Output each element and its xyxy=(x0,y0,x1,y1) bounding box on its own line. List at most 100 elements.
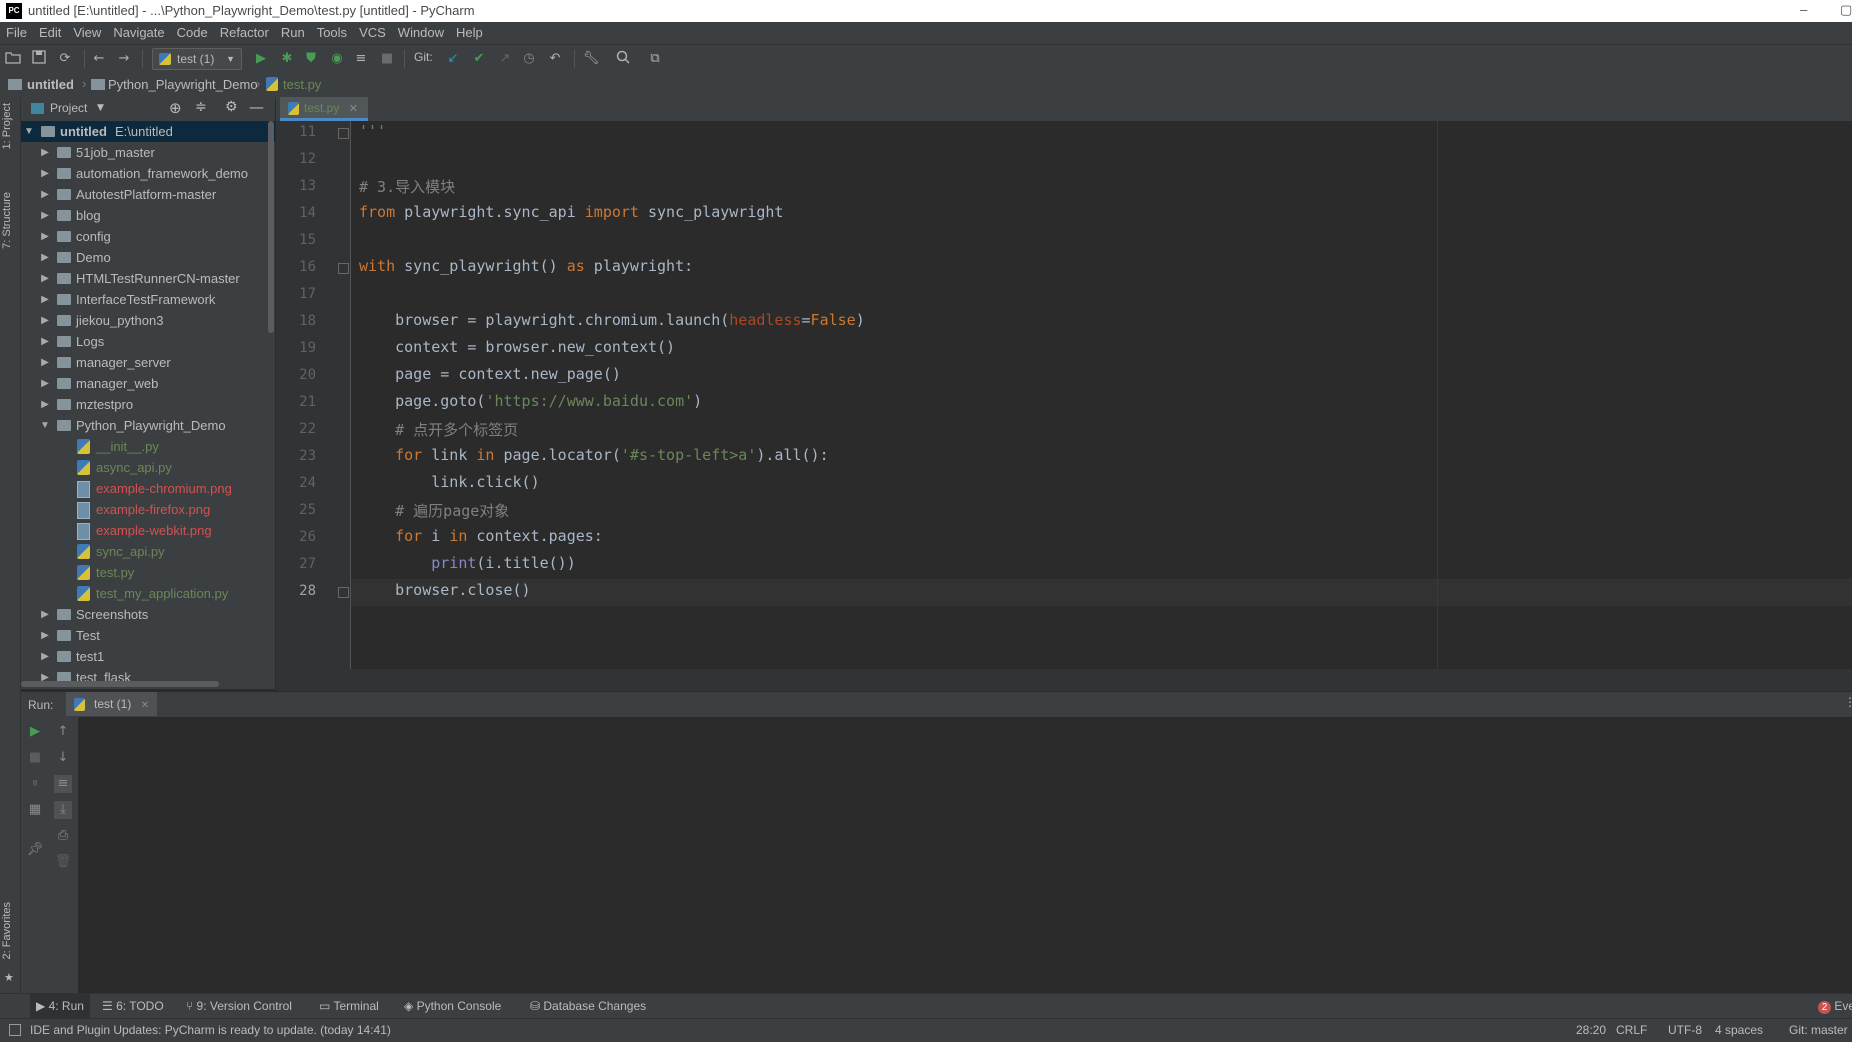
code-line[interactable]: for i in context.pages: xyxy=(359,527,603,545)
line-separator[interactable]: CRLF xyxy=(1616,1023,1647,1037)
code-line[interactable]: for link in page.locator('#s-top-left>a'… xyxy=(359,446,829,464)
tree-folder-item[interactable]: ▶ InterfaceTestFramework xyxy=(21,289,275,310)
run-tab-test-1[interactable]: test (1) ✕ xyxy=(66,692,158,716)
tool-tab-run[interactable]: ▶ 4: Run xyxy=(30,994,90,1018)
wrench-icon[interactable]: 🔧︎ xyxy=(582,50,600,68)
profile-icon[interactable]: ◉ xyxy=(328,50,346,68)
menu-file[interactable]: File xyxy=(0,22,33,40)
tree-root-untitled[interactable]: ▼ untitled E:\untitled xyxy=(21,121,275,142)
tree-folder-item[interactable]: ▶ automation_framework_demo xyxy=(21,163,275,184)
down-arrow-icon[interactable]: ↓ xyxy=(54,749,72,767)
layout-icon[interactable]: ▦ xyxy=(26,801,44,819)
chevron-right-icon[interactable]: ▶ xyxy=(39,205,51,226)
search-icon[interactable] xyxy=(614,50,632,68)
tree-folder-item[interactable]: ▶ Screenshots xyxy=(21,604,275,625)
chevron-right-icon[interactable]: ▶ xyxy=(39,604,51,625)
tree-file-item[interactable]: async_api.py xyxy=(21,457,275,478)
print-icon[interactable]: ⎙ xyxy=(54,827,72,845)
menu-tools[interactable]: Tools xyxy=(311,22,353,40)
code-line[interactable]: with sync_playwright() as playwright: xyxy=(359,257,693,275)
stop-icon[interactable]: ■ xyxy=(26,749,44,767)
git-push-icon[interactable]: ↗ xyxy=(496,50,514,68)
event-log-tab[interactable]: 2 Eve xyxy=(1818,999,1852,1014)
rerun-icon[interactable]: ▶ xyxy=(26,723,44,741)
tree-folder-item[interactable]: ▶ config xyxy=(21,226,275,247)
chevron-right-icon[interactable]: ▶ xyxy=(39,373,51,394)
code-line[interactable]: # 遍历page对象 xyxy=(359,500,509,521)
code-line[interactable]: # 点开多个标签页 xyxy=(359,419,518,440)
tree-file-item[interactable]: example-firefox.png xyxy=(21,499,275,520)
breadcrumb-item-folder[interactable]: Python_Playwright_Demo xyxy=(108,77,258,92)
menu-window[interactable]: Window xyxy=(392,22,450,40)
breadcrumb-item-untitled[interactable]: untitled xyxy=(27,77,74,92)
back-arrow-icon[interactable]: ← xyxy=(90,50,108,68)
tree-folder-item[interactable]: ▶ manager_web xyxy=(21,373,275,394)
menu-view[interactable]: View xyxy=(67,22,107,40)
tree-folder-item[interactable]: ▶ Logs xyxy=(21,331,275,352)
tool-tab-database-changes[interactable]: ⛁ Database Changes xyxy=(530,999,646,1013)
gear-icon[interactable]: ⚙ xyxy=(225,99,238,115)
git-branch[interactable]: Git: master xyxy=(1789,1023,1848,1037)
chevron-right-icon[interactable]: ▶ xyxy=(39,394,51,415)
tree-folder-item[interactable]: ▶ manager_server xyxy=(21,352,275,373)
pin-icon[interactable]: 📌︎ xyxy=(26,841,44,859)
menu-code[interactable]: Code xyxy=(171,22,214,40)
tree-file-item[interactable]: sync_api.py xyxy=(21,541,275,562)
chevron-down-icon[interactable]: ▼ xyxy=(97,103,104,113)
chevron-down-icon[interactable]: ▼ xyxy=(39,415,51,436)
coverage-icon[interactable]: ⛊ xyxy=(302,50,320,68)
chevron-right-icon[interactable]: ▶ xyxy=(39,163,51,184)
fold-marker-icon[interactable] xyxy=(338,128,349,139)
menu-help[interactable]: Help xyxy=(450,22,489,40)
code-line[interactable]: ''' xyxy=(359,122,386,140)
tree-folder-item[interactable]: ▶ mztestpro xyxy=(21,394,275,415)
tree-file-item[interactable]: __init__.py xyxy=(21,436,275,457)
status-toggle-icon[interactable] xyxy=(9,1024,21,1036)
tool-tab-python-console[interactable]: ◈ Python Console xyxy=(404,999,501,1013)
chevron-right-icon[interactable]: ▶ xyxy=(39,226,51,247)
menu-edit[interactable]: Edit xyxy=(33,22,67,40)
menu-run[interactable]: Run xyxy=(275,22,311,40)
maximize-icon[interactable]: ▢ xyxy=(1840,2,1852,18)
tree-folder-item[interactable]: ▶ Demo xyxy=(21,247,275,268)
concurrency-icon[interactable]: ≡ xyxy=(352,50,370,68)
hide-panel-icon[interactable]: — xyxy=(249,98,264,116)
tree-folder-item[interactable]: ▶ AutotestPlatform-master xyxy=(21,184,275,205)
chevron-right-icon[interactable]: ▶ xyxy=(39,646,51,667)
menu-vcs[interactable]: VCS xyxy=(353,22,392,40)
scroll-to-end-icon[interactable]: ⤓ xyxy=(54,801,72,819)
code-line[interactable]: # 3.导入模块 xyxy=(359,176,455,197)
trash-icon[interactable]: 🗑︎ xyxy=(54,853,72,871)
git-commit-icon[interactable]: ✔ xyxy=(470,50,488,68)
close-icon[interactable]: ✕ xyxy=(349,103,358,115)
history-icon[interactable]: ◷ xyxy=(520,50,538,68)
chevron-right-icon[interactable]: ▶ xyxy=(39,331,51,352)
collapse-all-icon[interactable]: ≑ xyxy=(195,99,207,115)
breadcrumb-item-file[interactable]: test.py xyxy=(283,77,321,92)
stop-icon[interactable]: ■ xyxy=(378,50,396,68)
run-configuration-select[interactable]: test (1) ▼ xyxy=(152,48,242,70)
tree-folder-item[interactable]: ▶ jiekou_python3 xyxy=(21,310,275,331)
rollback-icon[interactable]: ↶ xyxy=(546,50,564,68)
caret-position[interactable]: 28:20 xyxy=(1576,1023,1606,1037)
chevron-right-icon[interactable]: ▶ xyxy=(39,625,51,646)
chevron-right-icon[interactable]: ▶ xyxy=(39,142,51,163)
pause-icon[interactable]: ⏸ xyxy=(26,775,44,793)
tool-tab-todo[interactable]: ☰ 6: TODO xyxy=(102,999,164,1013)
tree-folder-item[interactable]: ▼ Python_Playwright_Demo xyxy=(21,415,275,436)
tree-horizontal-scrollbar[interactable] xyxy=(21,681,219,687)
code-line[interactable]: page.goto('https://www.baidu.com') xyxy=(359,392,702,410)
chevron-right-icon[interactable]: ▶ xyxy=(39,289,51,310)
code-line[interactable]: page = context.new_page() xyxy=(359,365,621,383)
project-view-select[interactable]: Project xyxy=(50,101,87,115)
debug-icon[interactable]: ✱ xyxy=(278,50,296,68)
run-icon[interactable]: ▶ xyxy=(252,50,270,68)
chevron-right-icon[interactable]: ▶ xyxy=(39,184,51,205)
code-line[interactable]: link.click() xyxy=(359,473,539,491)
soft-wrap-icon[interactable]: ≡ xyxy=(54,775,72,793)
save-icon[interactable] xyxy=(30,50,48,68)
favorites-tool-tab[interactable]: 2: Favorites xyxy=(1,902,13,959)
file-encoding[interactable]: UTF-8 xyxy=(1668,1023,1702,1037)
tree-folder-item[interactable]: ▶ blog xyxy=(21,205,275,226)
tool-tab-version-control[interactable]: ⑂ 9: Version Control xyxy=(186,999,292,1013)
